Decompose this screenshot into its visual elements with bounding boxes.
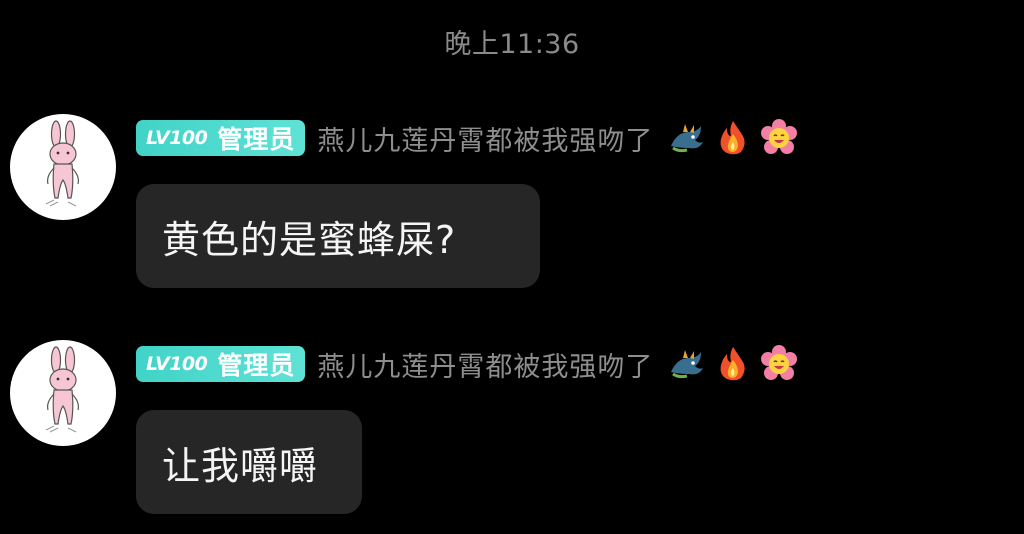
message-text: 黄色的是蜜蜂屎?: [162, 217, 457, 262]
sender-name[interactable]: 燕儿九莲丹霄都被我强吻了: [317, 119, 653, 158]
badge-role: 管理员: [217, 125, 296, 154]
smiling-flower-icon: [759, 344, 799, 384]
fire-icon: [713, 344, 753, 384]
sender-info: LV100 管理员 燕儿九莲丹霄都被我强吻了: [136, 344, 805, 384]
level-badge[interactable]: LV100 管理员: [136, 346, 306, 382]
sender-name[interactable]: 燕儿九莲丹霄都被我强吻了: [317, 345, 653, 384]
badge-role: 管理员: [217, 351, 296, 380]
message-text: 让我嚼嚼: [162, 443, 319, 488]
badge-level: LV100: [146, 353, 208, 375]
avatar[interactable]: [10, 114, 116, 220]
pink-rabbit-icon: [45, 346, 79, 433]
sender-info: LV100 管理员 燕儿九莲丹霄都被我强吻了: [136, 118, 805, 158]
dragon-icon: [667, 118, 707, 158]
message-bubble[interactable]: 让我嚼嚼: [136, 410, 362, 514]
dragon-icon: [667, 344, 707, 384]
decoration-icons: [667, 118, 805, 158]
message-timestamp: 晚上11:36: [444, 29, 580, 60]
message-bubble[interactable]: 黄色的是蜜蜂屎?: [136, 184, 540, 288]
level-badge[interactable]: LV100 管理员: [136, 120, 306, 156]
badge-level: LV100: [146, 127, 208, 149]
smiling-flower-icon: [759, 118, 799, 158]
decoration-icons: [667, 344, 805, 384]
pink-rabbit-icon: [45, 120, 79, 207]
avatar[interactable]: [10, 340, 116, 446]
fire-icon: [713, 118, 753, 158]
